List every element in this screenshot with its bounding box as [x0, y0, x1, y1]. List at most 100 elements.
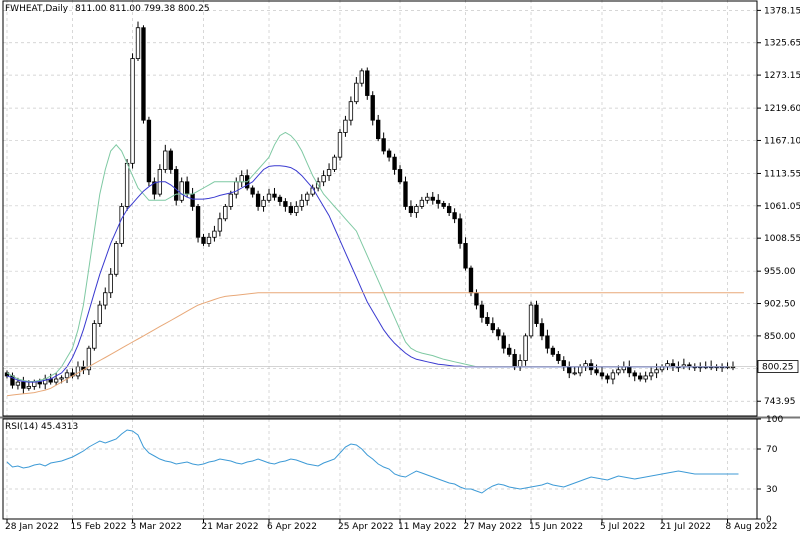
chart-canvas: 743.95 850.00 902.50 955.00 1008.55 1061.05 11…	[0, 0, 800, 532]
candle-up	[332, 156, 337, 170]
candle-down	[195, 206, 201, 238]
price-axis-label: 1378.15	[764, 6, 800, 16]
time-axis-label: 6 Apr 2022	[267, 522, 317, 532]
price-axis-label: 1273.15	[764, 71, 800, 81]
candle-down	[408, 206, 414, 214]
time-axis-label: 27 May 2022	[464, 522, 523, 532]
candle-up	[64, 372, 70, 379]
candle-up	[354, 82, 359, 103]
candle-up	[337, 132, 343, 158]
time-axis-label: 21 Jul 2022	[660, 522, 711, 532]
candle-down	[403, 181, 408, 207]
candle-down	[632, 372, 637, 377]
candle-up	[124, 162, 130, 207]
candle-down	[468, 267, 474, 294]
candle-up	[572, 372, 577, 375]
candle-down	[457, 218, 463, 244]
time-axis-label: 21 Mar 2022	[202, 522, 259, 532]
candle-up	[321, 175, 326, 183]
candle-up	[616, 369, 621, 374]
candle-down	[370, 95, 375, 121]
price-axis-label: 1167.10	[764, 136, 800, 146]
candle-up	[217, 218, 223, 232]
price-axis-label: 1008.55	[764, 234, 800, 244]
candle-down	[534, 304, 539, 324]
candle-up	[528, 304, 534, 337]
ohlc-values: 811.00 811.00 799.38 800.25	[75, 4, 210, 14]
candle-up	[523, 335, 528, 361]
candle-down	[250, 187, 255, 195]
chart-window: 743.95 850.00 902.50 955.00 1008.55 1061.05 11…	[0, 0, 800, 533]
candle-up	[414, 206, 419, 214]
rsi-line	[6, 429, 739, 494]
candle-down	[539, 323, 545, 337]
candle-up	[610, 372, 616, 380]
time-axis-label: 15 Jun 2022	[529, 522, 583, 532]
candle-down	[272, 193, 277, 198]
candle-up	[53, 378, 59, 383]
candle-up	[425, 196, 430, 201]
candle-down	[567, 366, 572, 374]
candle-down	[474, 292, 479, 306]
time-axis-label: 25 Apr 2022	[338, 522, 394, 532]
candle-down	[545, 335, 550, 349]
candle-down	[446, 206, 452, 214]
price-axis-label: 850.00	[764, 332, 796, 342]
candle-down	[283, 201, 288, 207]
candle-up	[108, 273, 113, 294]
candle-down	[184, 181, 190, 195]
candle-down	[594, 369, 599, 374]
candle-down	[392, 156, 397, 170]
candle-up	[223, 206, 228, 220]
price-axis-label: 1219.60	[764, 104, 800, 114]
price-axis-label: 1061.05	[764, 202, 800, 212]
symbol-label: FWHEAT,Daily	[5, 4, 69, 14]
candle-down	[397, 169, 403, 183]
candle-down	[441, 202, 446, 207]
candle-down	[485, 316, 490, 324]
candle-up	[59, 377, 64, 380]
candle-up	[359, 70, 364, 84]
candle-down	[496, 329, 501, 337]
candle-up	[654, 369, 659, 374]
candle-down	[561, 360, 566, 368]
candle-down	[146, 119, 152, 183]
candle-down	[255, 193, 261, 207]
price-axis-label: 743.95	[764, 397, 796, 407]
rsi-header-label: RSI(14) 45.4313	[5, 422, 78, 432]
rsi-axis-label: 0	[766, 515, 772, 525]
rsi-axis-label: 70	[766, 445, 778, 455]
candle-up	[92, 323, 97, 349]
candle-up	[517, 360, 523, 368]
candle-down	[168, 150, 173, 170]
candle-down	[490, 323, 495, 331]
candle-down	[430, 196, 435, 201]
candle-up	[113, 243, 119, 275]
candle-up	[119, 206, 124, 244]
candle-down	[507, 347, 512, 355]
rsi-indicator	[6, 429, 739, 494]
candle-down	[174, 169, 179, 201]
candle-up	[97, 304, 102, 324]
candle-down	[452, 212, 457, 220]
candle-up	[326, 169, 332, 177]
candle-down	[627, 366, 632, 374]
candle-up	[212, 230, 217, 238]
price-axis-label: 902.50	[764, 300, 796, 310]
candle-down	[365, 70, 370, 96]
rsi-axis-label: 100	[766, 415, 783, 425]
candle-up	[32, 381, 37, 387]
price-axis-label: 1325.65	[764, 39, 800, 49]
candle-down	[381, 138, 386, 152]
current-price-label: 800.25	[762, 363, 794, 373]
rsi-panel-frame	[2, 418, 758, 520]
candle-down	[277, 196, 283, 202]
candle-up	[419, 199, 425, 207]
candle-down	[463, 243, 468, 269]
candle-up	[305, 193, 310, 201]
candle-up	[299, 199, 304, 207]
candle-up	[130, 58, 135, 164]
candle-down	[386, 150, 392, 158]
candlesticks	[4, 21, 736, 394]
candle-down	[288, 206, 294, 214]
